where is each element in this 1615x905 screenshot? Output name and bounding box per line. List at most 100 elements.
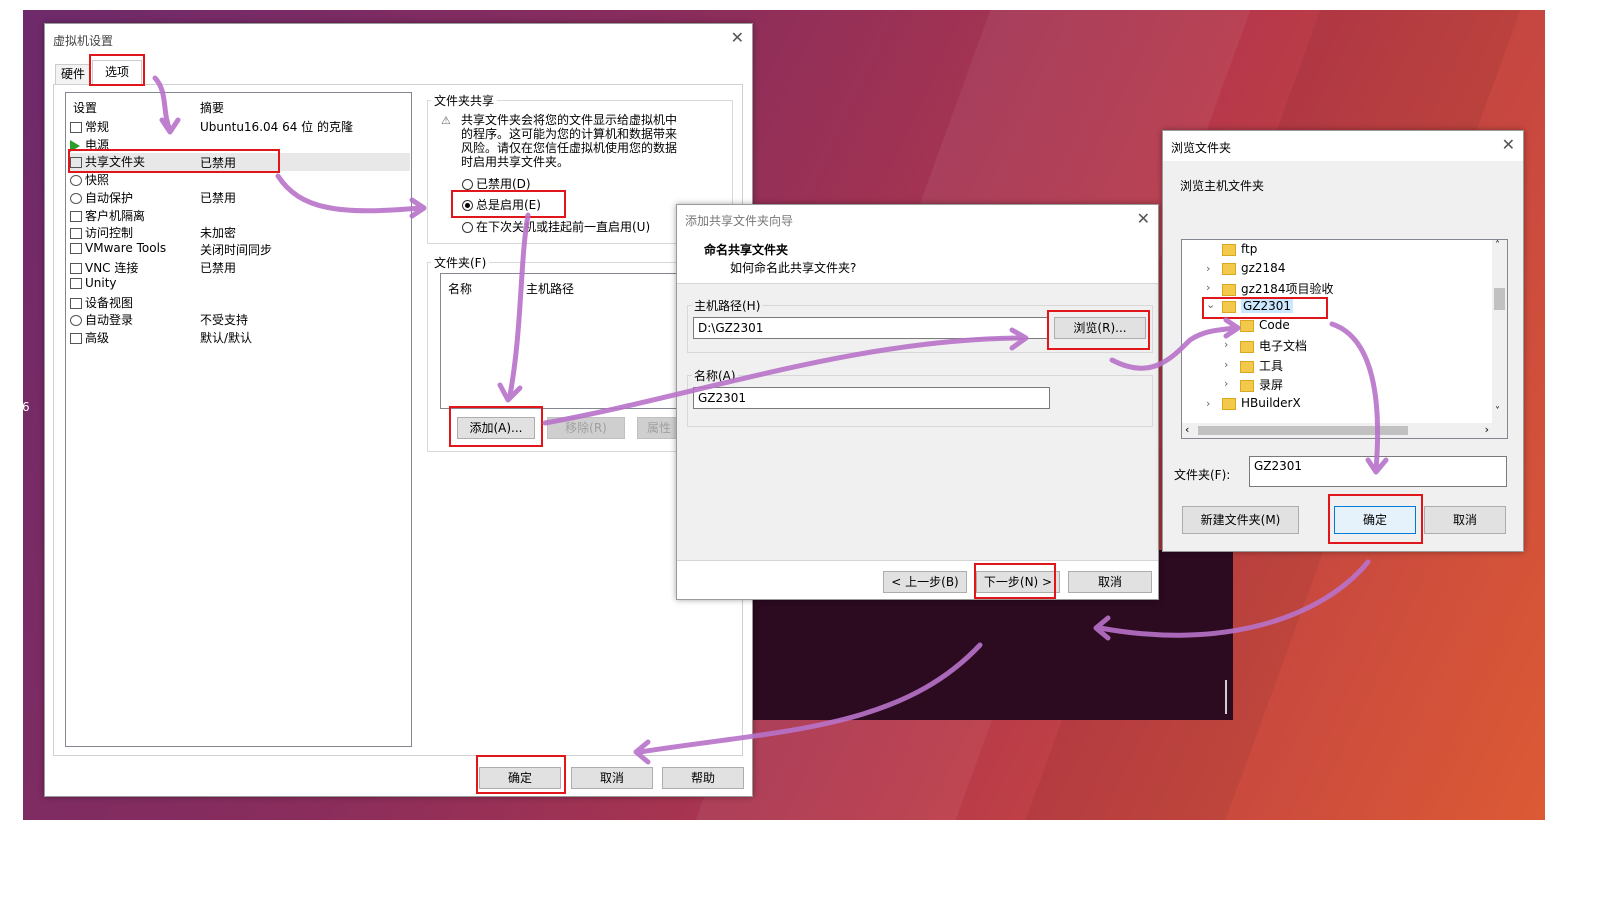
col-name: 名称 — [448, 282, 473, 296]
folder-icon — [1222, 262, 1236, 275]
wizard-cancel-button[interactable]: 取消 — [1068, 571, 1152, 593]
chevron-right-icon[interactable]: › — [1224, 358, 1228, 371]
list-item-autologin[interactable]: 自动登录 不受支持 — [70, 311, 410, 328]
divider — [677, 560, 1158, 561]
user-icon — [70, 315, 82, 326]
ok-button[interactable]: 确定 — [479, 767, 561, 789]
help-button[interactable]: 帮助 — [662, 767, 744, 789]
item-summary: 关闭时间同步 — [200, 243, 273, 257]
browse-button[interactable]: 浏览(R)... — [1054, 317, 1146, 339]
tree-item-gz2184-acceptance[interactable]: gz2184项目验收 — [1222, 280, 1333, 298]
list-item-vnc[interactable]: VNC 连接 已禁用 — [70, 259, 410, 276]
radio-icon — [462, 179, 473, 190]
item-label: 设备视图 — [85, 296, 134, 310]
chevron-right-icon[interactable]: › — [1206, 262, 1210, 275]
tab-hardware[interactable]: 硬件 — [55, 64, 91, 84]
list-item-guest-isolation[interactable]: 客户机隔离 — [70, 207, 410, 224]
power-icon — [70, 139, 80, 152]
chevron-down-icon[interactable]: ⌄ — [1206, 298, 1215, 311]
browse-prompt: 浏览主机文件夹 — [1180, 179, 1265, 193]
browse-ok-button[interactable]: 确定 — [1334, 506, 1416, 534]
radio-label: 总是启用(E) — [476, 198, 541, 212]
list-item-autoprotect[interactable]: 自动保护 已禁用 — [70, 189, 410, 206]
tree-item-gz2301[interactable]: GZ2301 — [1222, 299, 1294, 317]
tab-label: 选项 — [104, 65, 129, 79]
name-label: 名称(A) — [692, 367, 738, 384]
window-title: 浏览文件夹 — [1171, 141, 1232, 155]
chevron-right-icon[interactable]: › — [1224, 377, 1228, 390]
horizontal-scrollbar[interactable]: ‹ › — [1182, 423, 1507, 438]
share-name-input[interactable]: GZ2301 — [693, 387, 1050, 409]
tree-item-code[interactable]: Code — [1240, 318, 1290, 336]
scroll-up-icon[interactable]: ˄ — [1495, 240, 1500, 251]
settings-list[interactable]: 设置 摘要 常规 Ubuntu16.04 64 位 的克隆 电源 共享文件夹 已… — [65, 92, 412, 747]
tree-item-tools[interactable]: 工具 — [1240, 357, 1283, 375]
advanced-icon — [70, 333, 82, 344]
tree-item-hbuilderx[interactable]: HBuilderX — [1222, 396, 1301, 414]
window-title: 添加共享文件夹向导 — [685, 214, 794, 228]
tree-item-recordings[interactable]: 录屏 — [1240, 376, 1283, 394]
browse-cancel-button[interactable]: 取消 — [1424, 506, 1506, 534]
close-icon[interactable]: ✕ — [1502, 137, 1515, 153]
add-shared-folder-wizard: 添加共享文件夹向导 ✕ 命名共享文件夹 如何命名此共享文件夹? 主机路径(H) … — [676, 204, 1159, 600]
new-folder-button[interactable]: 新建文件夹(M) — [1182, 506, 1299, 534]
vm-icon — [70, 243, 82, 254]
radio-disabled[interactable]: 已禁用(D) — [462, 175, 531, 192]
radio-until-shutdown[interactable]: 在下次关机或挂起前一直启用(U) — [462, 218, 650, 235]
remove-folder-button[interactable]: 移除(R) — [547, 417, 625, 439]
folder-name-input[interactable]: GZ2301 — [1249, 456, 1507, 487]
tree-label: Code — [1259, 318, 1290, 332]
radio-label: 已禁用(D) — [476, 177, 531, 191]
chevron-right-icon[interactable]: › — [1206, 397, 1210, 410]
tree-item-gz2184[interactable]: gz2184 — [1222, 261, 1285, 279]
item-label: VNC 连接 — [85, 261, 139, 275]
chevron-right-icon[interactable]: › — [1206, 281, 1210, 294]
cancel-button[interactable]: 取消 — [571, 767, 653, 789]
host-path-input[interactable]: D:\GZ2301 — [693, 317, 1048, 339]
next-button[interactable]: 下一步(N) > — [976, 571, 1060, 593]
list-item-vmware-tools[interactable]: VMware Tools 关闭时间同步 — [70, 241, 410, 258]
wizard-subheading: 如何命名此共享文件夹? — [730, 261, 857, 275]
tree-label: gz2184项目验收 — [1241, 282, 1334, 296]
list-item-unity[interactable]: Unity — [70, 276, 410, 293]
list-item-advanced[interactable]: 高级 默认/默认 — [70, 329, 410, 346]
folder-icon — [1222, 283, 1236, 296]
desktop-edge-text: 6 — [22, 400, 30, 414]
header-setting: 设置 — [73, 101, 98, 115]
scroll-down-icon[interactable]: ˅ — [1495, 406, 1500, 417]
item-label: 访问控制 — [85, 226, 134, 240]
tree-item-ftp[interactable]: ftp — [1222, 242, 1257, 260]
list-item-general[interactable]: 常规 Ubuntu16.04 64 位 的克隆 — [70, 118, 410, 135]
scroll-left-icon[interactable]: ‹ — [1185, 423, 1189, 436]
chevron-right-icon[interactable]: › — [1224, 338, 1228, 351]
scroll-thumb[interactable] — [1198, 426, 1408, 435]
scroll-thumb[interactable] — [1494, 288, 1505, 310]
back-button[interactable]: < 上一步(B) — [883, 571, 967, 593]
tab-options[interactable]: 选项 — [92, 60, 142, 85]
close-icon[interactable]: ✕ — [1137, 211, 1150, 227]
item-label: 高级 — [85, 331, 110, 345]
warning-line: 共享文件夹会将您的文件显示给虚拟机中 — [461, 113, 678, 127]
list-item-device-view[interactable]: 设备视图 — [70, 294, 410, 311]
folder-icon — [1240, 340, 1254, 353]
item-label: 自动保护 — [85, 191, 134, 205]
list-item-snapshots[interactable]: 快照 — [70, 171, 410, 188]
folder-properties-button[interactable]: 属性 — [637, 417, 681, 439]
tab-label: 硬件 — [60, 67, 85, 81]
radio-always-enabled[interactable]: 总是启用(E) — [462, 196, 541, 213]
folder-icon — [1222, 243, 1236, 256]
item-label: 自动登录 — [85, 313, 134, 327]
folder-tree[interactable]: ftp › gz2184 › gz2184项目验收 ⌄ GZ2301 Code … — [1181, 239, 1508, 439]
close-icon[interactable]: ✕ — [731, 30, 744, 46]
folders-label: 文件夹(F) — [431, 254, 490, 271]
vertical-scrollbar[interactable]: ˄ ˅ — [1492, 240, 1507, 424]
list-item-access-control[interactable]: 访问控制 未加密 — [70, 224, 410, 241]
radio-icon — [462, 222, 473, 233]
scroll-right-icon[interactable]: › — [1485, 423, 1489, 436]
tree-item-documents[interactable]: 电子文档 — [1240, 337, 1307, 355]
item-summary: 默认/默认 — [200, 331, 253, 345]
add-folder-button[interactable]: 添加(A)... — [457, 417, 535, 439]
list-item-shared-folders[interactable]: 共享文件夹 已禁用 — [68, 153, 410, 171]
host-path-label: 主机路径(H) — [692, 297, 763, 314]
list-item-power[interactable]: 电源 — [70, 136, 410, 153]
